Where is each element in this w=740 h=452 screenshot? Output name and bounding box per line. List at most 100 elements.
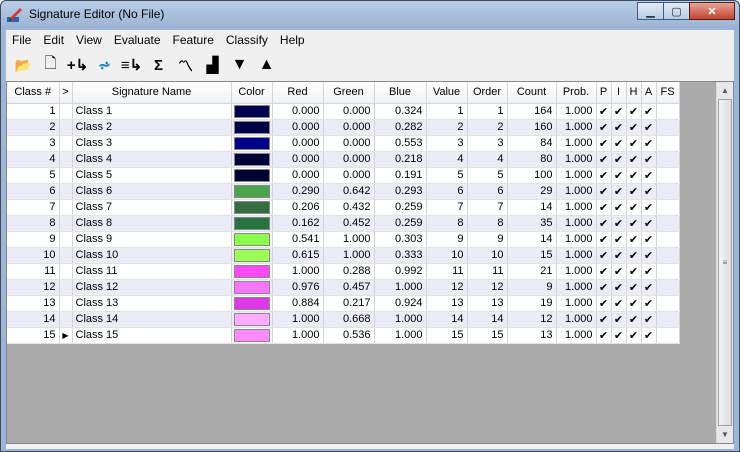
signature-name-cell[interactable]: Class 6 xyxy=(72,183,232,200)
signature-name-cell[interactable]: Class 15 xyxy=(72,327,232,344)
signature-name-cell[interactable]: Class 10 xyxy=(72,247,232,264)
count-cell[interactable]: 29 xyxy=(507,183,557,200)
column-header-signaturename[interactable]: Signature Name xyxy=(72,82,232,104)
blue-cell[interactable]: 0.191 xyxy=(374,167,427,184)
value-cell[interactable]: 10 xyxy=(426,247,468,264)
probability-cell[interactable]: 1.000 xyxy=(556,247,597,264)
flag-a-checkbox[interactable]: ✔ xyxy=(641,231,657,248)
red-cell[interactable]: 1.000 xyxy=(272,327,324,344)
flag-a-checkbox[interactable]: ✔ xyxy=(641,311,657,328)
flag-h-checkbox[interactable]: ✔ xyxy=(626,103,642,120)
blue-cell[interactable]: 0.924 xyxy=(374,295,427,312)
order-cell[interactable]: 12 xyxy=(467,279,508,296)
color-cell[interactable] xyxy=(231,311,273,328)
count-cell[interactable]: 13 xyxy=(507,327,557,344)
color-swatch[interactable] xyxy=(233,136,270,150)
flag-a-checkbox[interactable]: ✔ xyxy=(641,247,657,264)
flag-h-checkbox[interactable]: ✔ xyxy=(626,183,642,200)
class-number-cell[interactable]: 10 xyxy=(7,247,60,264)
signature-name-cell[interactable]: Class 2 xyxy=(72,119,232,136)
color-cell[interactable] xyxy=(231,199,273,216)
flag-i-checkbox[interactable]: ✔ xyxy=(611,135,627,152)
color-cell[interactable] xyxy=(231,295,273,312)
color-cell[interactable] xyxy=(231,183,273,200)
fs-cell[interactable] xyxy=(656,295,680,312)
column-header-h[interactable]: H xyxy=(626,82,642,104)
class-number-cell[interactable]: 12 xyxy=(7,279,60,296)
row-pointer-cell[interactable] xyxy=(59,215,73,232)
probability-cell[interactable]: 1.000 xyxy=(556,167,597,184)
flag-h-checkbox[interactable]: ✔ xyxy=(626,279,642,296)
flag-a-checkbox[interactable]: ✔ xyxy=(641,327,657,344)
column-header-count[interactable]: Count xyxy=(507,82,557,104)
flag-i-checkbox[interactable]: ✔ xyxy=(611,231,627,248)
value-cell[interactable]: 12 xyxy=(426,279,468,296)
blue-cell[interactable]: 1.000 xyxy=(374,311,427,328)
menu-evaluate[interactable]: Evaluate xyxy=(108,30,167,50)
color-swatch[interactable] xyxy=(233,328,270,342)
color-cell[interactable] xyxy=(231,279,273,296)
green-cell[interactable]: 0.000 xyxy=(323,151,375,168)
row-pointer-cell[interactable] xyxy=(59,151,73,168)
table-row[interactable]: 5 Class 5 0.000 0.000 0.191 5 5 100 1.000 ✔ ✔ ✔ ✔ xyxy=(7,167,680,184)
merge-button[interactable]: ⩫ xyxy=(91,53,118,77)
flag-p-checkbox[interactable]: ✔ xyxy=(596,311,612,328)
fs-cell[interactable] xyxy=(656,263,680,280)
blue-cell[interactable]: 1.000 xyxy=(374,279,427,296)
column-header-class[interactable]: Class # xyxy=(7,82,60,104)
count-cell[interactable]: 164 xyxy=(507,103,557,120)
color-swatch[interactable] xyxy=(233,104,270,118)
fs-cell[interactable] xyxy=(656,119,680,136)
column-header-order[interactable]: Order xyxy=(467,82,508,104)
signature-name-cell[interactable]: Class 1 xyxy=(72,103,232,120)
add-signature-button[interactable]: +↳ xyxy=(64,53,91,77)
probability-cell[interactable]: 1.000 xyxy=(556,199,597,216)
menu-classify[interactable]: Classify xyxy=(220,30,274,50)
value-cell[interactable]: 4 xyxy=(426,151,468,168)
order-cell[interactable]: 10 xyxy=(467,247,508,264)
green-cell[interactable]: 0.642 xyxy=(323,183,375,200)
close-button[interactable]: ✕ xyxy=(689,2,735,20)
signature-name-cell[interactable]: Class 14 xyxy=(72,311,232,328)
flag-h-checkbox[interactable]: ✔ xyxy=(626,135,642,152)
column-header-a[interactable]: A xyxy=(641,82,657,104)
flag-h-checkbox[interactable]: ✔ xyxy=(626,151,642,168)
flag-a-checkbox[interactable]: ✔ xyxy=(641,103,657,120)
flag-p-checkbox[interactable]: ✔ xyxy=(596,135,612,152)
flag-h-checkbox[interactable]: ✔ xyxy=(626,311,642,328)
count-cell[interactable]: 21 xyxy=(507,263,557,280)
flag-i-checkbox[interactable]: ✔ xyxy=(611,103,627,120)
flag-p-checkbox[interactable]: ✔ xyxy=(596,215,612,232)
sort-down-button[interactable]: ▼ xyxy=(226,53,253,77)
color-cell[interactable] xyxy=(231,231,273,248)
color-swatch[interactable] xyxy=(233,184,270,198)
flag-i-checkbox[interactable]: ✔ xyxy=(611,247,627,264)
flag-i-checkbox[interactable]: ✔ xyxy=(611,295,627,312)
flag-p-checkbox[interactable]: ✔ xyxy=(596,279,612,296)
color-swatch[interactable] xyxy=(233,232,270,246)
flag-p-checkbox[interactable]: ✔ xyxy=(596,247,612,264)
color-cell[interactable] xyxy=(231,151,273,168)
flag-h-checkbox[interactable]: ✔ xyxy=(626,167,642,184)
class-number-cell[interactable]: 15 xyxy=(7,327,60,344)
order-cell[interactable]: 7 xyxy=(467,199,508,216)
row-pointer-cell[interactable] xyxy=(59,263,73,280)
menu-help[interactable]: Help xyxy=(274,30,311,50)
green-cell[interactable]: 0.432 xyxy=(323,199,375,216)
row-pointer-cell[interactable] xyxy=(59,199,73,216)
probability-cell[interactable]: 1.000 xyxy=(556,311,597,328)
red-cell[interactable]: 0.000 xyxy=(272,119,324,136)
flag-i-checkbox[interactable]: ✔ xyxy=(611,199,627,216)
order-cell[interactable]: 6 xyxy=(467,183,508,200)
probability-cell[interactable]: 1.000 xyxy=(556,183,597,200)
signature-name-cell[interactable]: Class 3 xyxy=(72,135,232,152)
flag-h-checkbox[interactable]: ✔ xyxy=(626,231,642,248)
fs-cell[interactable] xyxy=(656,167,680,184)
probability-cell[interactable]: 1.000 xyxy=(556,135,597,152)
probability-cell[interactable]: 1.000 xyxy=(556,295,597,312)
red-cell[interactable]: 0.884 xyxy=(272,295,324,312)
row-pointer-cell[interactable] xyxy=(59,231,73,248)
column-header-i[interactable]: I xyxy=(611,82,627,104)
color-cell[interactable] xyxy=(231,119,273,136)
color-swatch[interactable] xyxy=(233,280,270,294)
